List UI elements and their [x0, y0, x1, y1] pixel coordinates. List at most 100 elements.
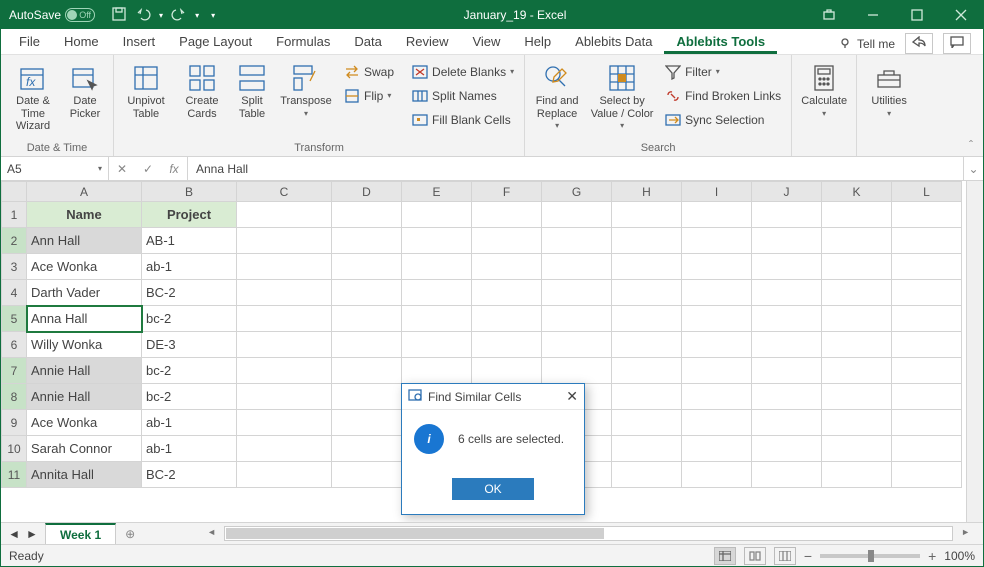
ribbon-options-icon[interactable] [807, 1, 851, 29]
autosave-toggle[interactable]: AutoSave Off [1, 8, 103, 22]
cell[interactable] [402, 254, 472, 280]
cell[interactable] [542, 332, 612, 358]
cell[interactable] [472, 306, 542, 332]
cell[interactable] [822, 436, 892, 462]
cell[interactable] [682, 202, 752, 228]
cell[interactable] [752, 358, 822, 384]
cell[interactable]: bc-2 [142, 306, 237, 332]
col-header-J[interactable]: J [752, 182, 822, 202]
cell[interactable] [822, 280, 892, 306]
unpivot-table-button[interactable]: Unpivot Table [120, 61, 172, 120]
date-picker-button[interactable]: Date Picker [63, 61, 107, 120]
comments-button[interactable] [943, 33, 971, 54]
cell[interactable] [402, 202, 472, 228]
share-button[interactable] [905, 33, 933, 54]
select-by-button[interactable]: Select by Value / Color ▾ [587, 61, 657, 130]
cell[interactable]: BC-2 [142, 462, 237, 488]
cell[interactable] [402, 228, 472, 254]
cell[interactable] [752, 410, 822, 436]
cancel-icon[interactable]: ✕ [109, 162, 135, 176]
cell[interactable] [542, 306, 612, 332]
sheet-tab-week1[interactable]: Week 1 [45, 523, 116, 544]
cell[interactable] [822, 332, 892, 358]
cell[interactable] [682, 228, 752, 254]
cell[interactable] [752, 280, 822, 306]
cell[interactable]: bc-2 [142, 384, 237, 410]
swap-button[interactable]: Swap [340, 61, 398, 83]
cell[interactable] [682, 358, 752, 384]
row-header[interactable]: 11 [2, 462, 27, 488]
cell[interactable] [472, 202, 542, 228]
save-icon[interactable] [111, 6, 127, 25]
cell[interactable] [822, 202, 892, 228]
view-page-layout-icon[interactable] [744, 547, 766, 565]
cell[interactable] [892, 410, 962, 436]
cell[interactable] [332, 202, 402, 228]
cell[interactable] [752, 462, 822, 488]
find-broken-links-button[interactable]: Find Broken Links [661, 85, 785, 107]
cell[interactable] [472, 332, 542, 358]
cell[interactable] [682, 306, 752, 332]
enter-icon[interactable]: ✓ [135, 162, 161, 176]
cell[interactable] [682, 462, 752, 488]
cell[interactable] [822, 410, 892, 436]
sync-selection-button[interactable]: Sync Selection [661, 109, 785, 131]
cell[interactable]: ab-1 [142, 410, 237, 436]
tellme-icon[interactable]: Tell me [839, 37, 895, 51]
select-all-corner[interactable] [2, 182, 27, 202]
cell[interactable] [237, 202, 332, 228]
cell[interactable] [752, 228, 822, 254]
cell[interactable] [472, 280, 542, 306]
cell[interactable] [612, 254, 682, 280]
zoom-out-icon[interactable]: − [804, 548, 812, 564]
cell[interactable] [892, 254, 962, 280]
cell[interactable] [892, 384, 962, 410]
cell[interactable] [402, 306, 472, 332]
cell[interactable]: Anna Hall [27, 306, 142, 332]
tab-page-layout[interactable]: Page Layout [167, 29, 264, 54]
cell[interactable] [237, 306, 332, 332]
cell[interactable]: Darth Vader [27, 280, 142, 306]
cell[interactable] [682, 280, 752, 306]
tab-data[interactable]: Data [342, 29, 393, 54]
cell[interactable] [332, 306, 402, 332]
row-header[interactable]: 5 [2, 306, 27, 332]
cell[interactable] [892, 462, 962, 488]
cell[interactable] [542, 202, 612, 228]
cell[interactable]: Annie Hall [27, 384, 142, 410]
cell[interactable] [612, 462, 682, 488]
cell[interactable] [237, 462, 332, 488]
col-header-C[interactable]: C [237, 182, 332, 202]
cell[interactable] [237, 254, 332, 280]
redo-icon[interactable] [171, 6, 187, 25]
ok-button[interactable]: OK [452, 478, 533, 500]
cell[interactable] [612, 436, 682, 462]
tab-home[interactable]: Home [52, 29, 111, 54]
cell[interactable] [332, 436, 402, 462]
add-sheet-button[interactable]: ⊕ [116, 523, 144, 544]
cell[interactable] [402, 332, 472, 358]
flip-button[interactable]: Flip ▾ [340, 85, 398, 107]
find-replace-button[interactable]: Find and Replace ▾ [531, 61, 583, 130]
col-header-K[interactable]: K [822, 182, 892, 202]
cell[interactable]: AB-1 [142, 228, 237, 254]
col-header-I[interactable]: I [682, 182, 752, 202]
dialog-titlebar[interactable]: Find Similar Cells ✕ [402, 384, 584, 410]
tab-review[interactable]: Review [394, 29, 461, 54]
cell[interactable] [682, 436, 752, 462]
cell[interactable] [612, 358, 682, 384]
name-box[interactable]: A5▾ [1, 157, 109, 180]
cell[interactable] [822, 306, 892, 332]
row-header[interactable]: 2 [2, 228, 27, 254]
zoom-level[interactable]: 100% [944, 549, 975, 563]
horizontal-scrollbar[interactable] [144, 523, 983, 544]
col-header-B[interactable]: B [142, 182, 237, 202]
col-header-A[interactable]: A [27, 182, 142, 202]
cell[interactable] [332, 228, 402, 254]
tab-formulas[interactable]: Formulas [264, 29, 342, 54]
cell[interactable] [542, 280, 612, 306]
maximize-icon[interactable] [895, 1, 939, 29]
tab-view[interactable]: View [460, 29, 512, 54]
row-header[interactable]: 9 [2, 410, 27, 436]
cell[interactable] [472, 228, 542, 254]
